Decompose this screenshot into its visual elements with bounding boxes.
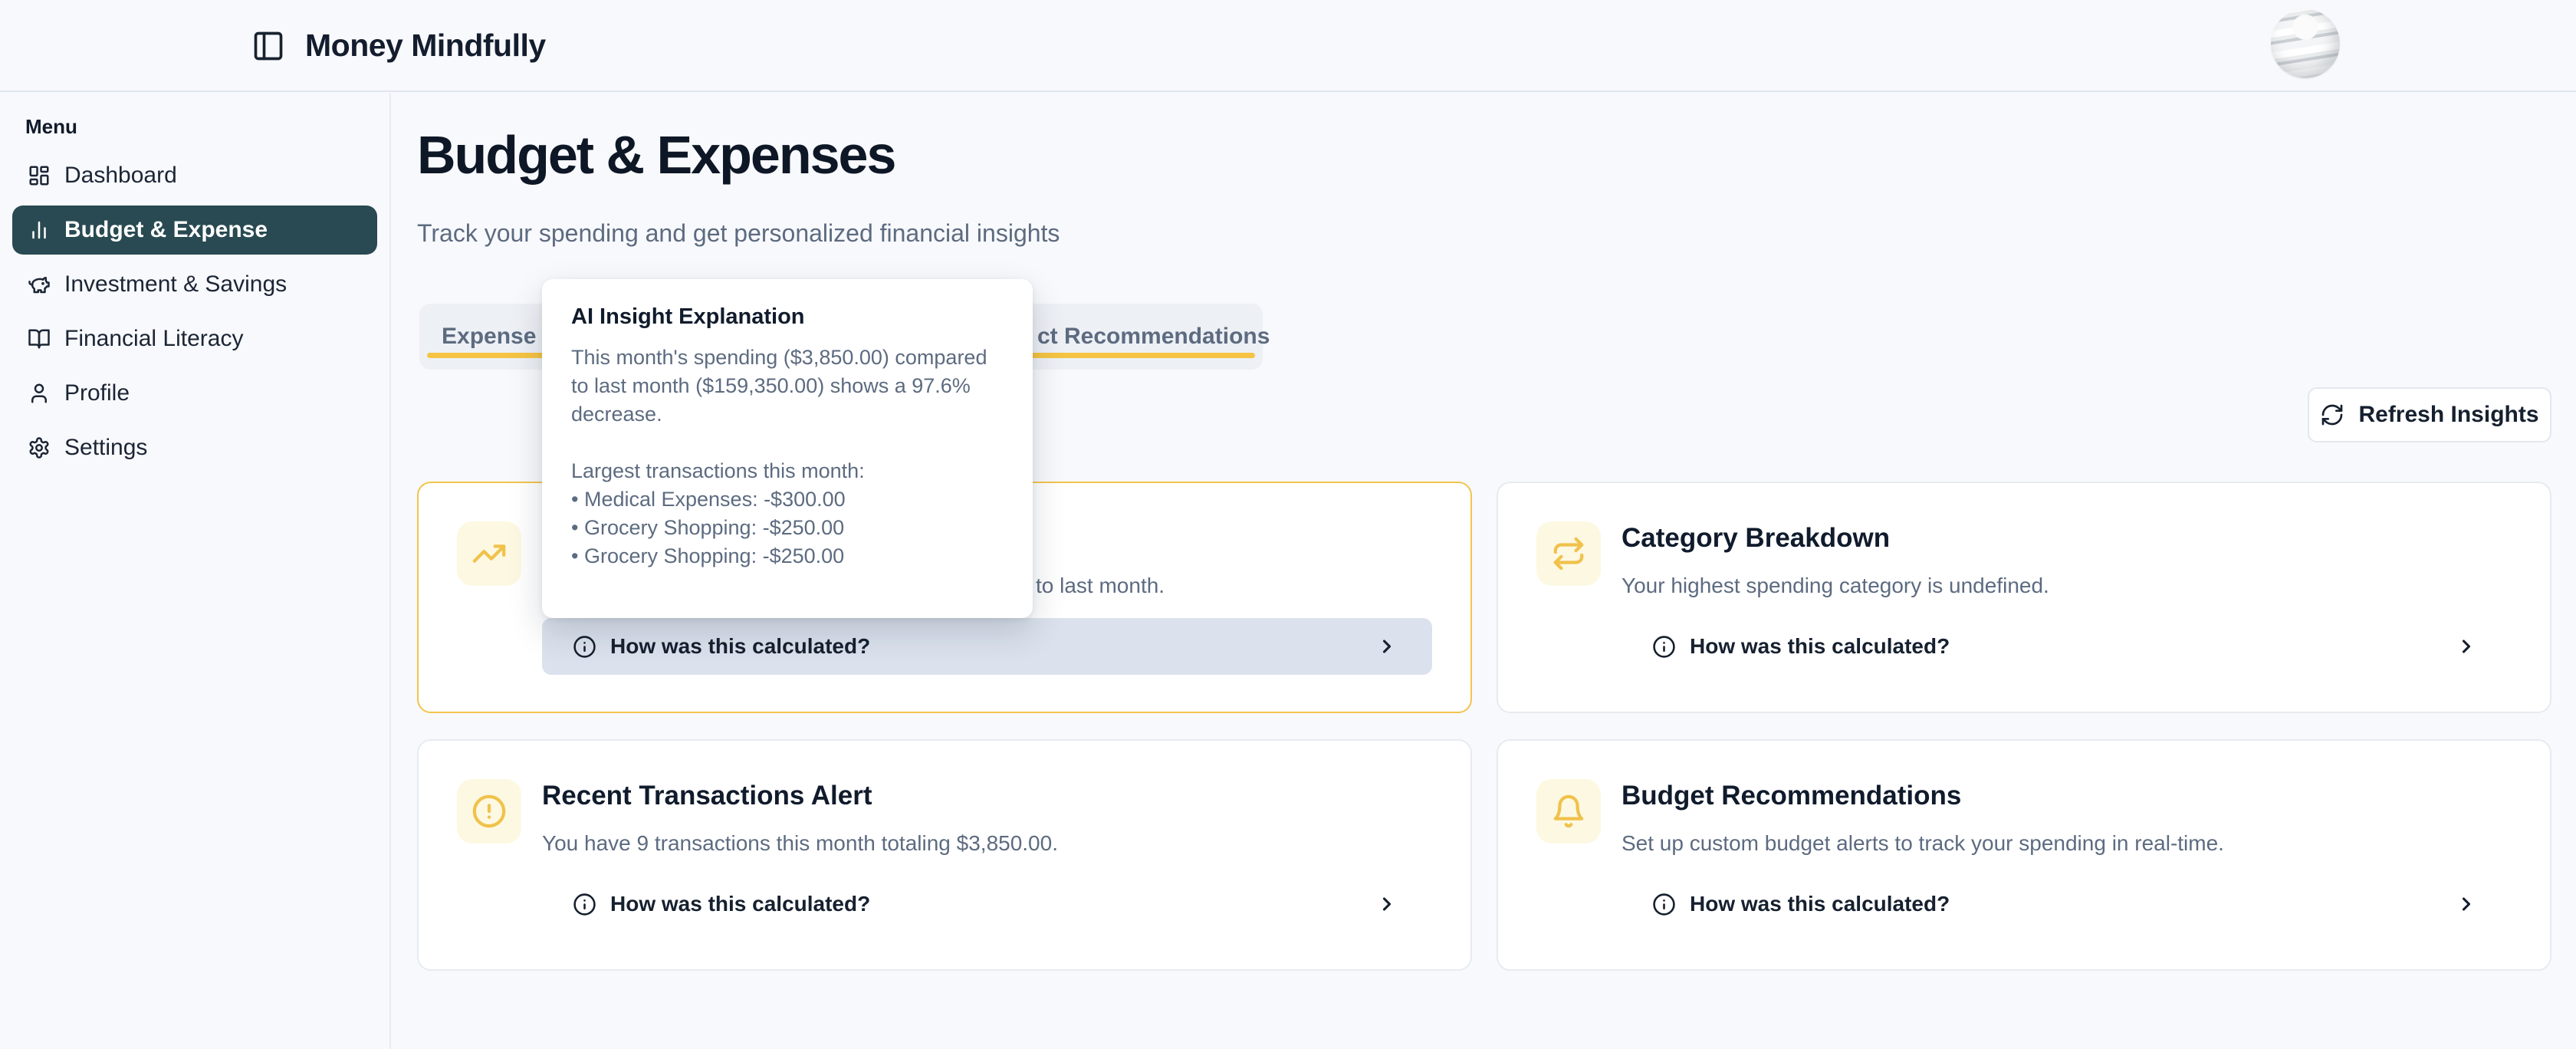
chevron-right-icon xyxy=(2456,636,2477,657)
how-calculated-label: How was this calculated? xyxy=(610,634,870,659)
refresh-icon xyxy=(2320,403,2344,427)
sidebar-menu-label: Menu xyxy=(25,115,389,138)
how-calculated-label: How was this calculated? xyxy=(1690,892,1950,916)
page-subtitle: Track your spending and get personalized… xyxy=(417,216,1060,250)
sidebar-item-settings[interactable]: Settings xyxy=(12,423,377,472)
how-calculated-label: How was this calculated? xyxy=(610,892,870,916)
refresh-insights-button[interactable]: Refresh Insights xyxy=(2308,387,2551,442)
bar-chart-icon xyxy=(28,219,51,242)
chevron-right-icon xyxy=(1376,893,1398,915)
insight-card-budget-recommendations: Budget Recommendations Set up custom bud… xyxy=(1497,739,2551,971)
card-title: Budget Recommendations xyxy=(1622,779,2512,813)
card-title: Category Breakdown xyxy=(1622,521,2512,555)
bell-icon xyxy=(1536,779,1601,843)
sidebar-item-label: Investment & Savings xyxy=(64,271,287,298)
sidebar-item-dashboard[interactable]: Dashboard xyxy=(12,151,377,200)
piggy-bank-icon xyxy=(28,273,51,296)
app-header: Money Mindfully xyxy=(0,0,2576,92)
refresh-insights-label: Refresh Insights xyxy=(2358,402,2538,428)
card-body: Your highest spending category is undefi… xyxy=(1622,571,2512,601)
gear-icon xyxy=(28,436,51,459)
sidebar-toggle-button[interactable] xyxy=(251,29,285,63)
sidebar-item-label: Budget & Expense xyxy=(64,217,268,243)
sidebar-nav: Dashboard Budget & Expense Investment & … xyxy=(0,151,389,472)
how-calculated-link[interactable]: How was this calculated? xyxy=(1622,618,2512,675)
sidebar-item-label: Dashboard xyxy=(64,163,177,189)
how-calculated-link[interactable]: How was this calculated? xyxy=(1622,876,2512,932)
sidebar: Menu Dashboard Budget & Expense xyxy=(0,94,391,1049)
insight-card-recent-transactions: Recent Transactions Alert You have 9 tra… xyxy=(417,739,1472,971)
sidebar-item-budget-expense[interactable]: Budget & Expense xyxy=(12,206,377,255)
card-title: Recent Transactions Alert xyxy=(542,779,1432,813)
sidebar-item-label: Settings xyxy=(64,435,147,461)
how-calculated-link[interactable]: How was this calculated? xyxy=(542,876,1432,932)
info-icon xyxy=(1652,893,1676,916)
chevron-right-icon xyxy=(1376,636,1398,657)
info-icon xyxy=(573,893,596,916)
card-body: Set up custom budget alerts to track you… xyxy=(1622,828,2512,859)
app-title: Money Mindfully xyxy=(305,28,546,64)
sidebar-item-financial-literacy[interactable]: Financial Literacy xyxy=(12,314,377,363)
panel-left-icon xyxy=(251,29,285,63)
card-content: Recent Transactions Alert You have 9 tra… xyxy=(542,779,1432,931)
insight-card-category-breakdown: Category Breakdown Your highest spending… xyxy=(1497,482,2551,713)
popup-paragraph-comparison: This month's spending ($3,850.00) compar… xyxy=(571,344,1014,429)
ai-insight-popup: AI Insight Explanation This month's spen… xyxy=(542,279,1033,618)
user-icon xyxy=(28,382,51,405)
repeat-icon xyxy=(1536,521,1601,586)
sidebar-item-investment-savings[interactable]: Investment & Savings xyxy=(12,260,377,309)
tab-expense-analysis[interactable]: Expense A xyxy=(442,324,558,350)
how-calculated-label: How was this calculated? xyxy=(1690,634,1950,659)
card-content: Budget Recommendations Set up custom bud… xyxy=(1622,779,2512,931)
sidebar-item-profile[interactable]: Profile xyxy=(12,369,377,418)
card-content: Category Breakdown Your highest spending… xyxy=(1622,521,2512,673)
dashboard-icon xyxy=(28,164,51,187)
info-icon xyxy=(1652,635,1676,659)
page-title: Budget & Expenses xyxy=(417,123,895,187)
popup-title: AI Insight Explanation xyxy=(571,302,1014,331)
info-icon xyxy=(573,635,596,659)
sidebar-item-label: Profile xyxy=(64,380,130,406)
avatar[interactable] xyxy=(2271,9,2340,78)
how-calculated-link[interactable]: How was this calculated? xyxy=(542,618,1432,675)
sidebar-item-label: Financial Literacy xyxy=(64,326,243,352)
trending-up-icon xyxy=(457,521,521,586)
popup-paragraph-transactions: Largest transactions this month: • Medic… xyxy=(571,457,1014,571)
card-body: You have 9 transactions this month total… xyxy=(542,828,1432,859)
book-open-icon xyxy=(28,327,51,350)
alert-circle-icon xyxy=(457,779,521,843)
tab-recommendations[interactable]: ct Recommendations xyxy=(1037,324,1270,350)
chevron-right-icon xyxy=(2456,893,2477,915)
